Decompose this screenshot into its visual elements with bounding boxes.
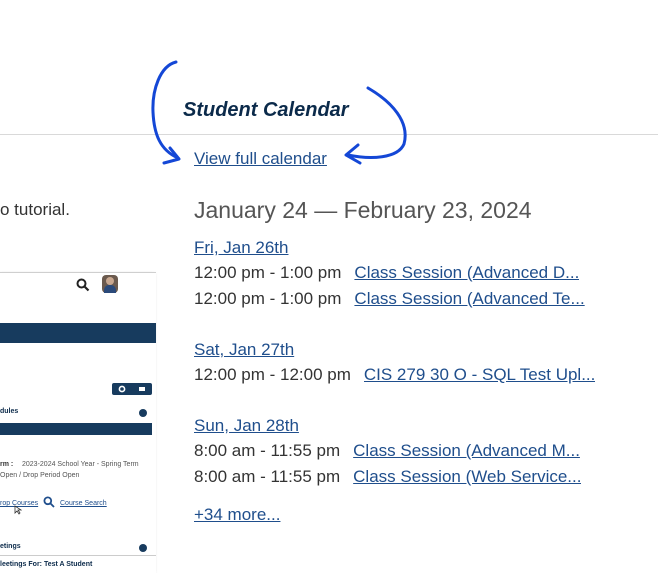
nav-bar (0, 323, 156, 343)
event-time: 12:00 pm - 1:00 pm (194, 263, 342, 282)
search-icon (76, 278, 90, 292)
help-icon[interactable] (139, 544, 147, 552)
day-link[interactable]: Fri, Jan 26th (194, 238, 289, 257)
term-label: rm : (0, 461, 14, 468)
tutorial-text: o tutorial. (0, 200, 70, 219)
calendar-event: 8:00 am - 11:55 pm Class Session (Advanc… (194, 438, 634, 464)
tutorial-screenshot[interactable]: dules rm : 2023-2024 School Year - Sprin… (0, 272, 156, 573)
event-title-link[interactable]: Class Session (Advanced M... (353, 438, 580, 464)
schedules-bar (0, 423, 152, 435)
search-icon[interactable] (43, 496, 55, 508)
toolbar-buttons[interactable] (112, 383, 152, 395)
period-text: Open / Drop Period Open (0, 472, 80, 479)
calendar-event: 8:00 am - 11:55 pm Class Session (Web Se… (194, 464, 634, 490)
course-search-link[interactable]: Course Search (60, 500, 107, 507)
event-time: 8:00 am - 11:55 pm (194, 467, 341, 486)
day-link[interactable]: Sun, Jan 28th (194, 416, 299, 435)
header-divider (0, 134, 658, 135)
event-title-link[interactable]: Class Session (Advanced D... (354, 260, 579, 286)
calendar-title: Student Calendar (183, 99, 349, 121)
calendar-event: 12:00 pm - 12:00 pm CIS 279 30 O - SQL T… (194, 362, 634, 388)
avatar (102, 275, 118, 293)
meetings-label: etings (0, 543, 21, 550)
meetings-divider (0, 555, 156, 556)
event-title-link[interactable]: Class Session (Advanced Te... (354, 286, 584, 312)
event-time: 12:00 pm - 1:00 pm (194, 289, 342, 308)
date-range: January 24 — February 23, 2024 (194, 197, 532, 223)
calendar-day: Fri, Jan 26th 12:00 pm - 1:00 pm Class S… (194, 236, 634, 312)
calendar-event: 12:00 pm - 1:00 pm Class Session (Advanc… (194, 286, 634, 312)
gear-icon[interactable] (118, 385, 126, 393)
cursor-icon (14, 505, 22, 515)
calendar-day: Sun, Jan 28th 8:00 am - 11:55 pm Class S… (194, 414, 634, 490)
event-title-link[interactable]: Class Session (Web Service... (353, 464, 581, 490)
calendar-day: Sat, Jan 27th 12:00 pm - 12:00 pm CIS 27… (194, 338, 634, 388)
calendar-event: 12:00 pm - 1:00 pm Class Session (Advanc… (194, 260, 634, 286)
more-events-link[interactable]: +34 more... (194, 505, 280, 525)
meetings-for: leetings For: Test A Student (0, 561, 93, 568)
term-value: 2023-2024 School Year - Spring Term (22, 461, 139, 468)
event-time: 12:00 pm - 12:00 pm (194, 365, 351, 384)
day-link[interactable]: Sat, Jan 27th (194, 340, 294, 359)
event-title-link[interactable]: CIS 279 30 O - SQL Test Upl... (364, 362, 596, 388)
print-icon[interactable] (138, 385, 146, 393)
view-full-calendar-link[interactable]: View full calendar (194, 149, 327, 169)
schedules-label: dules (0, 408, 19, 415)
help-icon[interactable] (139, 409, 147, 417)
event-time: 8:00 am - 11:55 pm (194, 441, 341, 460)
